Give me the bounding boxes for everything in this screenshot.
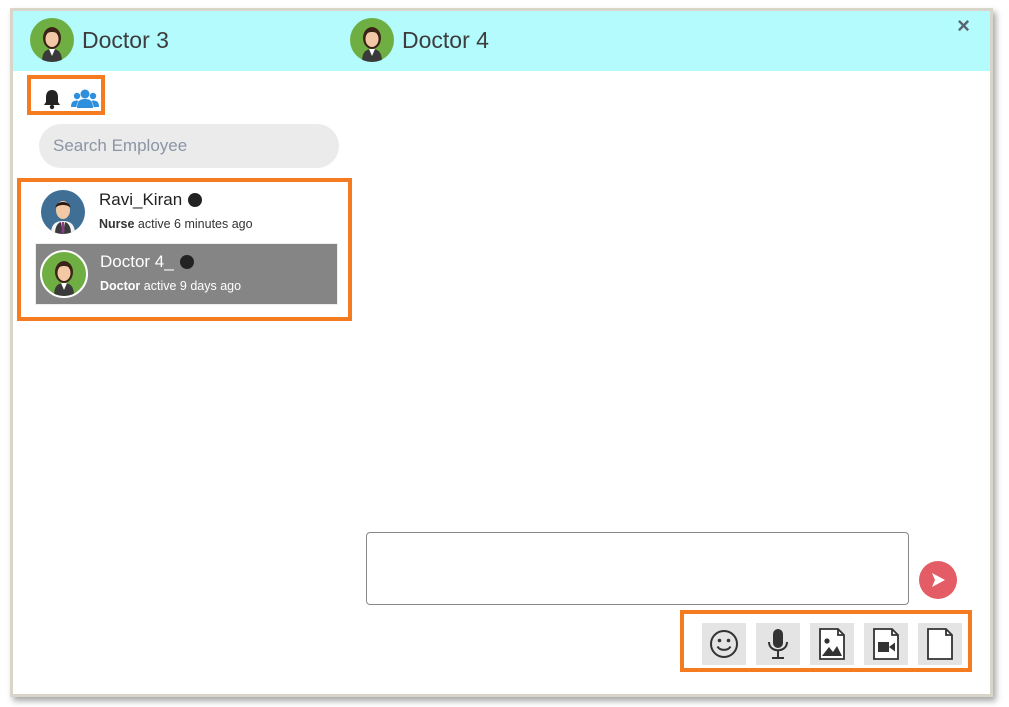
- file-icon: [927, 628, 953, 660]
- employee-name: Ravi_Kiran: [99, 190, 183, 209]
- image-icon: [819, 628, 845, 660]
- employee-last-active: active 9 days ago: [143, 279, 242, 293]
- employee-name-row: Ravi_Kiran: [99, 190, 203, 210]
- employee-meta: Nurse active 6 minutes ago: [99, 217, 253, 231]
- attachment-toolbar: [680, 610, 972, 672]
- video-button[interactable]: [864, 623, 908, 665]
- message-input[interactable]: [366, 532, 909, 605]
- employee-meta: Doctor active 9 days ago: [100, 279, 241, 293]
- current-user-name: Doctor 3: [82, 26, 169, 53]
- close-icon[interactable]: ×: [957, 13, 970, 39]
- employee-name-row: Doctor 4_: [100, 252, 194, 272]
- notification-group-toolbar: [27, 75, 105, 115]
- emoji-icon: [710, 630, 738, 658]
- employee-item-doctor-4[interactable]: Doctor 4_ Doctor active 9 days ago: [35, 243, 338, 305]
- send-button[interactable]: [919, 561, 957, 599]
- employee-name: Doctor 4_: [100, 252, 174, 271]
- image-button[interactable]: [810, 623, 854, 665]
- chat-partner: Doctor 4: [350, 18, 489, 62]
- employee-role: Nurse: [99, 217, 135, 231]
- employee-role: Doctor: [100, 279, 141, 293]
- search-employee-input[interactable]: [39, 124, 339, 168]
- chat-partner-name: Doctor 4: [402, 26, 489, 53]
- chat-partner-avatar: [350, 18, 394, 62]
- current-user: Doctor 3: [30, 18, 169, 62]
- microphone-icon: [768, 629, 788, 659]
- file-button[interactable]: [918, 623, 962, 665]
- current-user-avatar: [30, 18, 74, 62]
- employee-item-ravi-kiran[interactable]: Ravi_Kiran Nurse active 6 minutes ago: [35, 182, 338, 244]
- employee-avatar: [40, 250, 88, 298]
- bell-icon[interactable]: [41, 88, 63, 115]
- group-icon[interactable]: [71, 88, 99, 115]
- chat-header: Doctor 3 Doctor 4 ×: [13, 11, 990, 71]
- employee-avatar: [41, 190, 85, 234]
- chat-window: Doctor 3 Doctor 4 × Search Employee Ravi…: [10, 8, 993, 697]
- send-icon: [932, 573, 945, 587]
- video-icon: [873, 628, 899, 660]
- status-dot-icon: [179, 255, 194, 269]
- employee-last-active: active 6 minutes ago: [137, 217, 253, 231]
- voice-button[interactable]: [756, 623, 800, 665]
- status-dot-icon: [188, 193, 203, 207]
- emoji-button[interactable]: [702, 623, 746, 665]
